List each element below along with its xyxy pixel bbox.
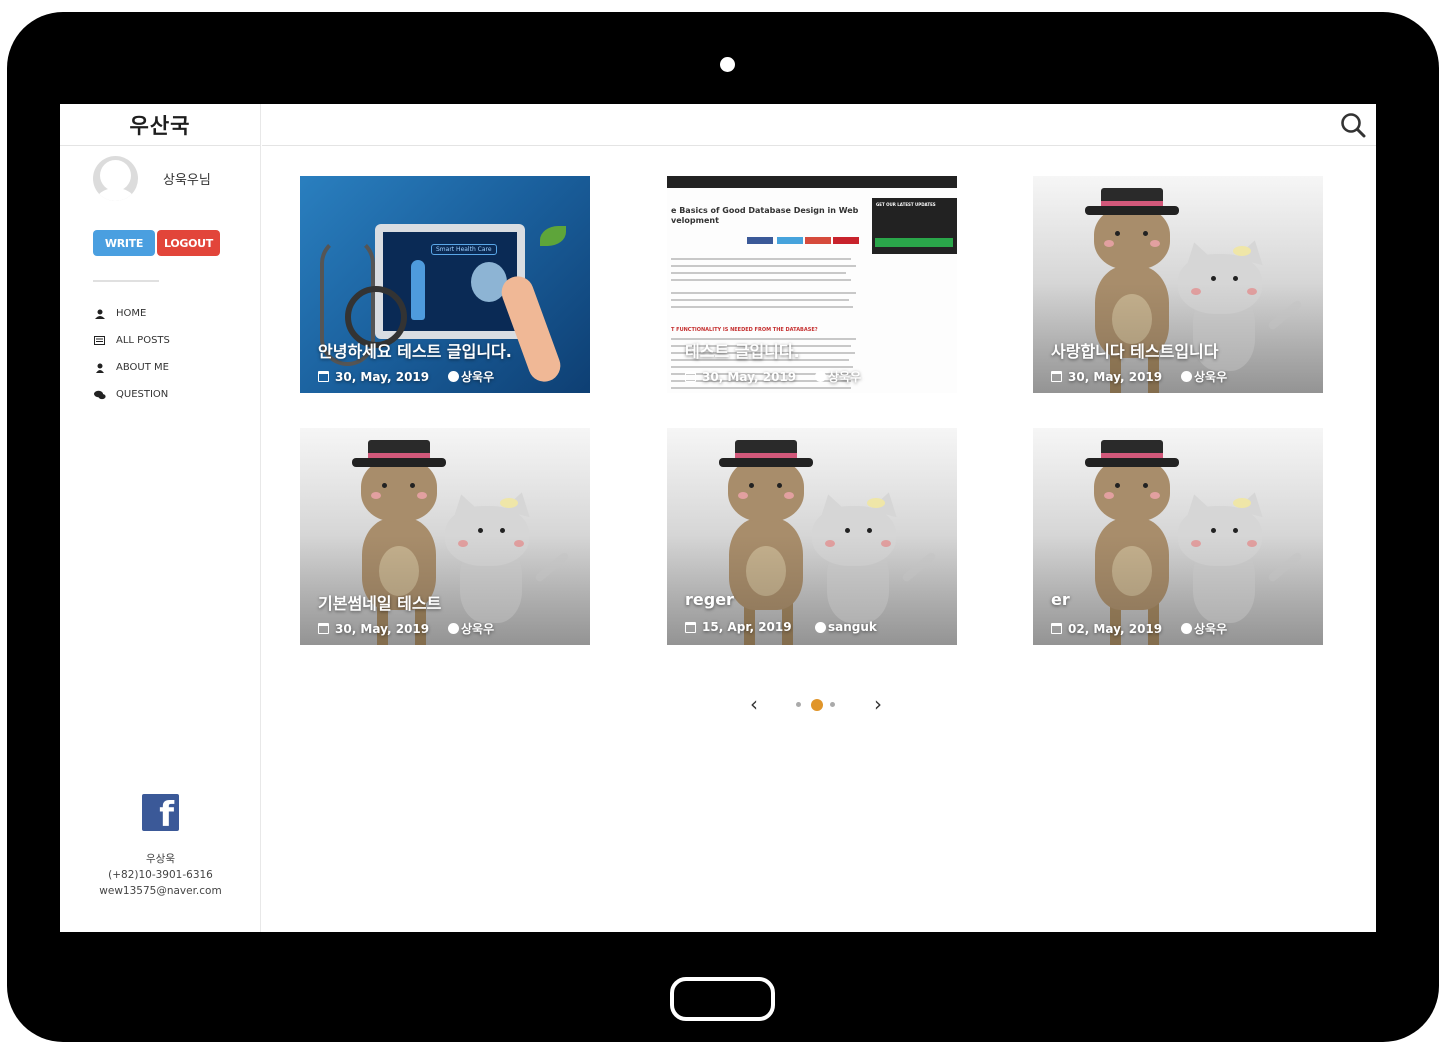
author-icon (815, 621, 826, 633)
footer-phone: (+82)10-3901-6316 (108, 869, 213, 881)
post-title[interactable]: 안녕하세요 테스트 글입니다. (318, 338, 512, 362)
facebook-icon[interactable]: f (142, 794, 179, 835)
sidebar-item-label: ALL POSTS (116, 335, 170, 346)
action-buttons: WRITE LOGOUT (93, 230, 220, 256)
calendar-icon (685, 621, 696, 633)
thumbnail-caption: Smart Health Care (431, 244, 497, 255)
post-date: 30, May, 2019 (335, 621, 430, 636)
sidebar-divider (93, 280, 159, 282)
post-meta: 15, Apr, 2019 sanguk (685, 620, 877, 634)
pagination: ‹ › (746, 689, 886, 721)
top-bar (262, 104, 1376, 146)
post-title[interactable]: 사랑합니다 테스트입니다 (1051, 338, 1219, 362)
author-icon (1181, 623, 1192, 634)
post-date: 30, May, 2019 (335, 369, 430, 384)
post-author: 상욱우 (1194, 622, 1228, 636)
profile: 상욱우님 (93, 156, 211, 201)
logo-area: 우산국 (60, 104, 260, 146)
avatar[interactable] (93, 156, 138, 201)
sidebar-item-label: HOME (116, 308, 147, 319)
site-logo[interactable]: 우산국 (130, 110, 191, 140)
page-dot[interactable] (796, 702, 801, 707)
post-meta: 30, May, 2019 상욱우 (318, 620, 494, 637)
sidebar-item-home[interactable]: HOME (93, 300, 170, 327)
post-author: 상욱우 (1194, 370, 1228, 384)
chat-icon (93, 389, 106, 400)
author-icon (1181, 371, 1192, 382)
post-card[interactable]: er 02, May, 2019 상욱우 (1033, 428, 1323, 645)
footer-email: wew13575@naver.com (99, 885, 222, 897)
author-icon (815, 371, 826, 382)
post-author: 상욱우 (461, 622, 495, 636)
calendar-icon (318, 623, 329, 634)
prev-arrow-icon[interactable]: ‹ (746, 692, 762, 716)
post-card[interactable]: 사랑합니다 테스트입니다 30, May, 2019 상욱우 (1033, 176, 1323, 393)
post-card[interactable]: 기본썸네일 테스트 30, May, 2019 상욱우 (300, 428, 590, 645)
sidebar-item-about-me[interactable]: ABOUT ME (93, 354, 170, 381)
calendar-icon (685, 371, 696, 382)
post-meta: 30, May, 2019 상욱우 (1051, 368, 1227, 385)
search-icon[interactable] (1340, 112, 1366, 138)
author-icon (448, 371, 459, 382)
sidebar-item-question[interactable]: QUESTION (93, 381, 170, 408)
post-card[interactable]: reger 15, Apr, 2019 sanguk (667, 428, 957, 645)
camera-dot (720, 57, 735, 72)
sidebar-nav: HOME ALL POSTS ABOUT ME QUESTION (93, 300, 170, 408)
post-meta: 30, May, 2019 상욱우 (685, 368, 861, 385)
post-card[interactable]: Smart Health Care 안녕하세요 테스트 글입니다. 30, Ma… (300, 176, 590, 393)
screen: 우산국 상욱우님 WRITE LOGOUT HOME ALL POSTS ABO… (60, 104, 1376, 932)
post-title[interactable]: 테스트 글입니다. (685, 338, 800, 362)
next-arrow-icon[interactable]: › (870, 692, 886, 716)
calendar-icon (1051, 623, 1062, 634)
sidebar-item-label: QUESTION (116, 389, 169, 400)
post-meta: 02, May, 2019 상욱우 (1051, 620, 1227, 637)
user-icon (93, 308, 106, 319)
post-title[interactable]: reger (685, 590, 734, 609)
calendar-icon (1051, 371, 1062, 382)
post-author: 상욱우 (828, 370, 862, 384)
thumbnail-heading: e Basics of Good Database Design in Web … (671, 206, 859, 225)
post-title[interactable]: er (1051, 590, 1070, 609)
post-date: 30, May, 2019 (1068, 369, 1163, 384)
page-dot[interactable] (830, 702, 835, 707)
sidebar-footer: f 우상욱 (+82)10-3901-6316 wew13575@naver.c… (60, 794, 261, 899)
calendar-icon (318, 371, 329, 382)
post-card[interactable]: e Basics of Good Database Design in Web … (667, 176, 957, 393)
person-icon (93, 362, 106, 373)
sidebar-item-label: ABOUT ME (116, 362, 169, 373)
write-button[interactable]: WRITE (93, 230, 155, 256)
list-icon (93, 335, 106, 346)
post-date: 30, May, 2019 (702, 369, 797, 384)
page-dot-active[interactable] (811, 699, 823, 711)
post-title[interactable]: 기본썸네일 테스트 (318, 590, 441, 614)
author-icon (448, 623, 459, 634)
post-date: 15, Apr, 2019 (702, 620, 792, 634)
thumbnail-subsection: T FUNCTIONALITY IS NEEDED FROM THE DATAB… (671, 327, 818, 333)
profile-name: 상욱우님 (163, 173, 211, 188)
home-button[interactable] (670, 977, 775, 1021)
logout-button[interactable]: LOGOUT (157, 230, 220, 256)
post-date: 02, May, 2019 (1068, 621, 1163, 636)
sidebar-item-all-posts[interactable]: ALL POSTS (93, 327, 170, 354)
thumbnail-sidebar-heading: GET OUR LATEST UPDATES (876, 202, 936, 207)
post-author: sanguk (828, 620, 877, 634)
post-author: 상욱우 (461, 370, 495, 384)
footer-name: 우상욱 (146, 853, 175, 865)
sidebar: 우산국 상욱우님 WRITE LOGOUT HOME ALL POSTS ABO… (60, 104, 261, 932)
post-meta: 30, May, 2019 상욱우 (318, 368, 494, 385)
